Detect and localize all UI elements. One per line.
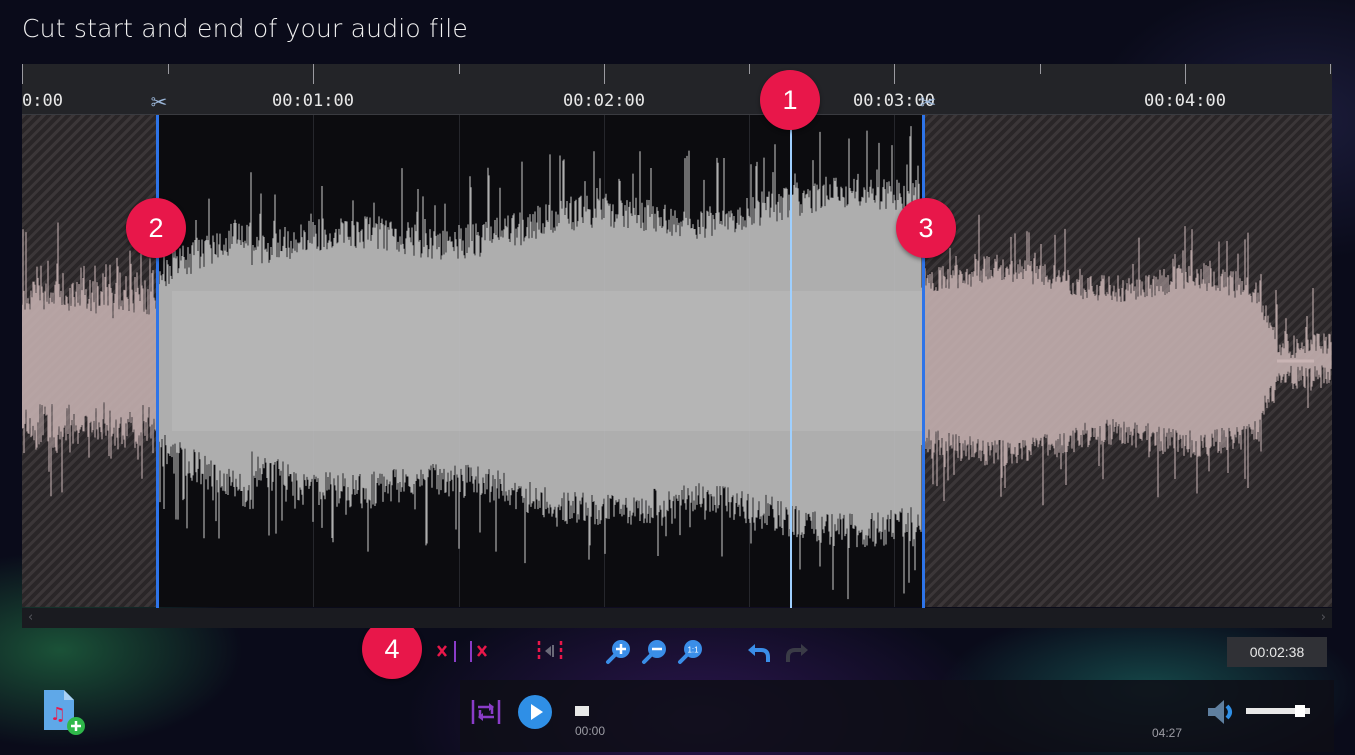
badge-2: 2 <box>126 198 186 258</box>
ruler-label: 00:01:00 <box>272 91 354 111</box>
ruler-label: 00:02:00 <box>563 91 645 111</box>
start-marker-handle-icon[interactable]: ✂ <box>148 90 170 114</box>
ruler-label: 00:04:00 <box>1144 91 1226 111</box>
start-time-label: 00:00 <box>575 724 606 738</box>
ruler-tick <box>313 64 314 84</box>
badge-4: 4 <box>362 619 422 679</box>
page-title: Cut start and end of your audio file <box>22 14 468 43</box>
speaker-icon <box>1208 700 1232 724</box>
ruler-tick <box>22 64 23 84</box>
play-button[interactable] <box>517 694 553 730</box>
svg-text:♫: ♫ <box>50 704 66 725</box>
split-icon <box>537 641 563 661</box>
audio-waveform <box>22 126 1332 600</box>
ruler-tick <box>168 64 169 74</box>
scroll-right-icon[interactable]: › <box>1321 610 1326 625</box>
scroll-left-icon[interactable]: ‹ <box>28 610 33 625</box>
zoom-reset-icon: 1:1 <box>678 640 702 664</box>
playhead[interactable] <box>790 115 792 608</box>
badge-3: 3 <box>896 198 956 258</box>
waveform-area[interactable] <box>22 115 1332 607</box>
zoom-in-icon <box>606 640 630 664</box>
redo-button[interactable] <box>782 636 812 666</box>
volume-button[interactable] <box>1206 698 1240 726</box>
current-time-display: 00:02:38 <box>1227 637 1327 667</box>
waveform-core <box>172 291 922 431</box>
start-marker[interactable] <box>156 115 159 608</box>
ruler-label: 0:00 <box>22 91 63 111</box>
end-marker-handle-icon[interactable]: ✂ <box>917 90 939 114</box>
zoom-reset-button[interactable]: 1:1 <box>676 636 706 666</box>
volume-slider[interactable] <box>1246 705 1310 717</box>
seek-bar[interactable] <box>575 706 1135 716</box>
redo-icon <box>786 644 808 662</box>
undo-button[interactable] <box>744 636 774 666</box>
zoom-in-button[interactable] <box>604 636 634 666</box>
ruler-tick <box>1185 64 1186 84</box>
volume-thumb[interactable] <box>1294 705 1305 717</box>
ruler-tick <box>894 64 895 84</box>
undo-icon <box>748 644 770 662</box>
badge-1: 1 <box>760 70 820 130</box>
zoom-out-icon <box>642 640 666 664</box>
loop-icon <box>471 700 501 724</box>
end-marker[interactable] <box>922 115 925 608</box>
ruler-tick <box>749 64 750 74</box>
end-time-label: 04:27 <box>1152 726 1183 740</box>
ruler-tick <box>604 64 605 84</box>
ruler-tick <box>1040 64 1041 74</box>
cut-start-icon <box>437 641 456 662</box>
cut-start-button[interactable] <box>432 636 462 666</box>
add-audio-file-icon: ♫ <box>44 690 85 735</box>
player-bar <box>460 680 1334 752</box>
ruler-tick <box>1330 64 1331 74</box>
horizontal-scrollbar[interactable]: ‹ › <box>22 608 1332 628</box>
svg-text:1:1: 1:1 <box>687 646 699 655</box>
cut-end-icon <box>470 641 487 662</box>
play-icon <box>518 695 552 729</box>
zoom-out-button[interactable] <box>640 636 670 666</box>
ruler-tick <box>459 64 460 74</box>
split-button[interactable] <box>532 636 568 666</box>
loop-button[interactable] <box>470 696 502 728</box>
cut-end-button[interactable] <box>464 636 494 666</box>
seek-thumb[interactable] <box>575 706 589 716</box>
add-audio-file-button[interactable]: ♫ <box>42 688 88 738</box>
timeline-ruler[interactable]: 0:00 00:01:00 00:02:00 00:03:00 00:04:00 <box>22 64 1332 115</box>
